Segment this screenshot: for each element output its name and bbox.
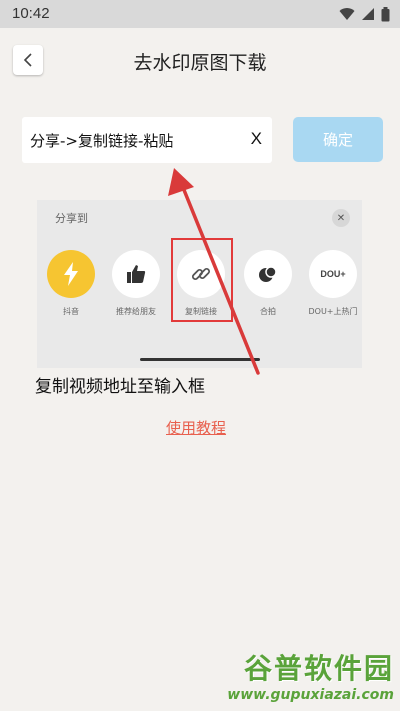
- clear-input-button[interactable]: X: [251, 129, 262, 149]
- status-bar: 10:42: [0, 0, 400, 28]
- share-label: 合拍: [260, 307, 276, 316]
- watermark-url: www.gupuxiazai.com: [227, 687, 394, 703]
- wifi-icon: [339, 8, 355, 20]
- share-label: 抖音: [63, 307, 79, 316]
- dou-icon: DOU+: [320, 269, 346, 279]
- share-to-title: 分享到: [55, 212, 88, 225]
- thumbs-up-icon: [127, 265, 146, 283]
- share-item-douyin: 抖音: [41, 250, 101, 317]
- lightning-icon: [64, 262, 78, 286]
- signal-icon: [362, 8, 374, 20]
- status-icons: [339, 6, 390, 22]
- duet-icon: [259, 266, 277, 282]
- url-input-value: 分享->复制链接-粘贴: [30, 132, 174, 150]
- close-icon: ✕: [332, 209, 350, 227]
- share-label: 推荐给朋友: [116, 307, 156, 316]
- url-input[interactable]: 分享->复制链接-粘贴 X: [22, 117, 272, 163]
- share-item-recommend: 推荐给朋友: [106, 250, 166, 317]
- share-circle: [244, 250, 292, 298]
- bottom-handle: [140, 358, 260, 361]
- highlight-box: [171, 238, 233, 322]
- tutorial-link[interactable]: 使用教程: [166, 417, 226, 438]
- share-circle: [47, 250, 95, 298]
- page-title: 去水印原图下载: [133, 52, 267, 74]
- guide-image: 分享到 ✕ 抖音 推荐给朋友 复制链接 合拍 DOU+ DOU+上热门: [37, 200, 362, 368]
- watermark: 谷普软件园 www.gupuxiazai.com: [204, 647, 394, 703]
- share-item-duet: 合拍: [238, 250, 298, 317]
- share-circle: DOU+: [309, 250, 357, 298]
- share-circle: [112, 250, 160, 298]
- arrow-head-icon: [168, 168, 194, 196]
- status-time: 10:42: [12, 5, 50, 22]
- share-item-dou-plus: DOU+ DOU+上热门: [303, 250, 363, 317]
- share-label: DOU+上热门: [308, 307, 358, 316]
- battery-icon: [381, 6, 390, 21]
- confirm-button[interactable]: 确定: [293, 117, 383, 162]
- watermark-title: 谷普软件园: [243, 652, 394, 685]
- instruction-text: 复制视频地址至输入框: [35, 377, 205, 397]
